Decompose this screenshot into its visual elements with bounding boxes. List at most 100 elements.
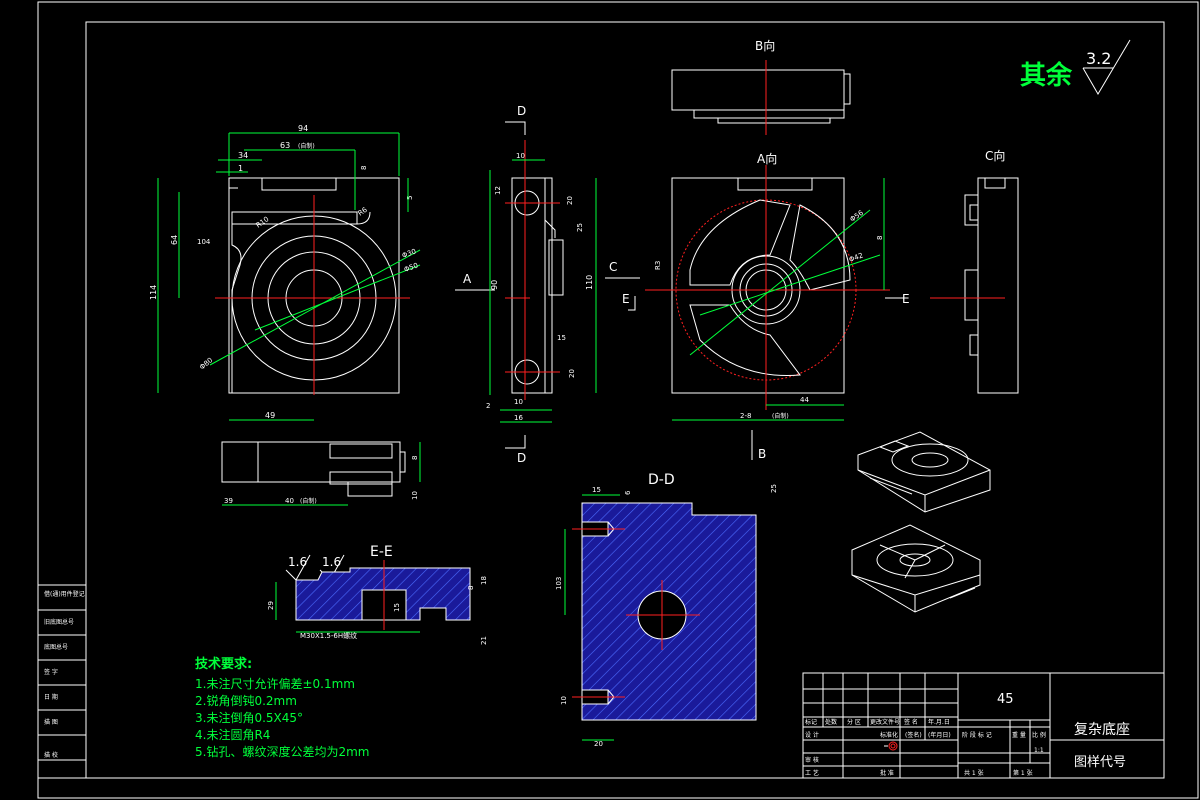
dim-label: 10 [516,152,525,160]
dim-label: (自制) [772,412,789,420]
left-strip-item: 借(通)用件登记 [44,590,85,598]
dim-label: 12 [494,186,502,195]
dim-label: 10 [411,491,419,500]
left-strip-item: 日 期 [44,693,58,701]
dim-label: 2 [486,402,490,410]
dim-label: 110 [585,275,594,290]
dim-label: 25 [770,484,778,493]
title-label: 设 计 [805,731,819,739]
dim-label: Φ50 [403,261,419,273]
dim-label: Φ42 [848,251,864,263]
c-view: C向 [930,148,1019,394]
dim-label: 25 [576,223,584,232]
dim-label: 104 [197,238,211,246]
dim-label: 15 [393,603,401,612]
tech-item: 5.钻孔、螺纹深度公差均为2mm [195,744,369,759]
dd-section: D-D 15 6 25 103 10 20 [555,472,778,748]
tech-title: 技术要求: [195,656,252,672]
left-strip: 借(通)用件登记 旧底图总号 底图总号 签 字 日 期 描 图 描 校 [37,584,87,779]
title-label: 阶 段 标 记 [962,731,992,739]
dim-label: 29 [267,601,275,610]
title-label: (年月日) [928,731,951,739]
tech-item: 2.锐角倒钝0.2mm [195,694,297,708]
dim-label: 49 [265,411,275,420]
left-strip-item: 旧底图总号 [44,618,74,626]
title-label: 标准化 [880,731,898,739]
left-strip-item: 底图总号 [44,643,68,651]
section-marker: E [902,292,910,306]
dim-label: 94 [298,124,308,133]
tech-requirements: 技术要求: 1.未注尺寸允许偏差±0.1mm 2.锐角倒钝0.2mm 3.未注倒… [195,656,369,759]
roughness-symbol: 其余 3.2 [1020,39,1131,95]
dim-label: (自制) [298,142,315,150]
dim-label: 5 [406,196,414,200]
isometric-view-1 [857,431,991,513]
dim-label: (自制) [300,497,317,505]
dim-label: 18 [480,576,488,585]
tech-item: 3.未注倒角0.5X45° [195,710,303,725]
dim-label: R10 [255,215,271,229]
dim-label: 15 [592,486,601,494]
dim-label: 8 [360,166,368,170]
top-view: 39 40 (自制) 8 10 [221,441,421,506]
dim-label: 20 [594,740,603,748]
title-block: 45 复杂底座 图样代号 标记 处数 分 区 更改文件号 签 名 年.月.日 设… [802,672,1165,779]
section-marker: D [517,104,526,118]
dim-label: 8 [411,456,419,460]
roughness-label: 其余 [1020,60,1073,91]
dim-label: 15 [557,334,566,342]
part-name: 复杂底座 [1074,721,1130,738]
cad-drawing-canvas: 借(通)用件登记 旧底图总号 底图总号 签 字 日 期 描 图 描 校 其余 3… [37,1,1199,799]
roughness-small: 1.6 [288,555,307,569]
dim-label: 90 [490,280,499,290]
dim-label: R6 [357,205,370,217]
title-header: 分 区 [847,718,861,726]
title-label: 批 准 [880,769,894,777]
front-view: 94 63 (自制) 34 1 8 5 R10 R6 64 114 104 Φ3… [149,124,421,421]
dim-label: 103 [555,577,563,590]
roughness-small: 1.6 [322,555,341,569]
left-strip-item: 签 字 [44,668,58,676]
drawing-code: 图样代号 [1074,755,1126,770]
dim-label: 21 [480,636,488,645]
dim-label: 64 [170,235,179,245]
section-marker: C [609,260,617,274]
dim-label: Φ56 [849,209,866,224]
dim-label: 20 [568,369,576,378]
dim-label: Φ30 [401,247,417,259]
left-strip-item: 描 校 [44,751,58,759]
dim-label: 6 [624,490,632,495]
ee-section: E-E 1.6 1.6 29 8 15 18 21 M30X1.5-6H螺纹 [267,544,488,645]
dim-label: Φ80 [198,356,214,371]
dim-label: 20 [566,196,574,205]
tech-item: 1.未注尺寸允许偏差±0.1mm [195,676,355,691]
sheet-total: 共 1 张 [964,769,984,777]
dim-label: 40 [285,497,294,505]
section-marker: A [463,272,472,286]
dim-label: 8 [876,236,884,240]
dim-label: 114 [149,285,158,300]
dim-label: M30X1.5-6H螺纹 [300,631,357,640]
left-strip-item: 描 图 [44,718,58,726]
dim-label: 34 [238,151,248,160]
b-view: B向 [671,38,851,135]
title-label: (签名) [905,731,922,739]
dim-label: 8 [467,586,475,590]
scale: 1:1 [1034,747,1044,754]
a-view: A向 Φ56 Φ42 8 R3 44 2-8 (自制) C E E B [605,151,910,461]
sheet-no: 第 1 张 [1013,769,1033,777]
view-title: A向 [757,151,777,166]
dim-label: 10 [560,696,568,705]
tech-item: 4.未注圆角R4 [195,727,270,742]
title-label: 工 艺 [805,769,819,777]
dim-label: 44 [800,396,809,404]
section-marker: B [758,447,766,461]
title-header: 签 名 [904,718,918,726]
material: 45 [997,692,1014,707]
title-label: 重 量 [1012,731,1026,739]
dim-label: 63 [280,141,290,150]
dim-label: 10 [514,398,523,406]
view-title: D-D [648,472,675,488]
dim-label: 39 [224,497,233,505]
section-marker: D [517,451,526,465]
